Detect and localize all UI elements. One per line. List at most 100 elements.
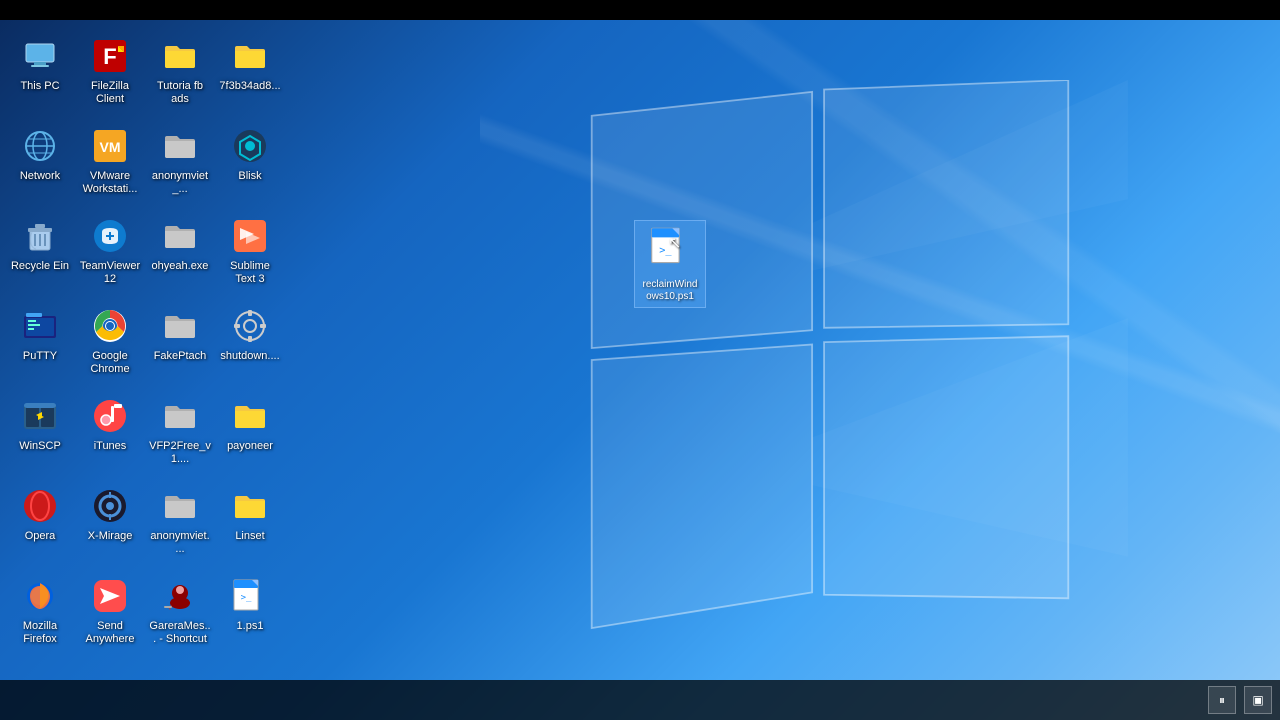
taskbar: ⏸ ▣ xyxy=(0,680,1280,720)
icon-payoneer-label: payoneer xyxy=(227,440,273,453)
icon-teamviewer[interactable]: TeamViewer 12 xyxy=(75,210,145,300)
floating-icon-reclaim-ps1[interactable]: >_ ↖ reclaimWindows10.ps1 xyxy=(634,220,706,308)
sublime-text-icon xyxy=(230,216,270,256)
icon-tutoria-fbads[interactable]: Tutoria fb ads xyxy=(145,30,215,120)
reclaim-ps1-icon: >_ ↖ xyxy=(648,225,692,275)
icon-network[interactable]: Network xyxy=(5,120,75,210)
icon-x-mirage-label: X-Mirage xyxy=(88,530,133,543)
teamviewer-icon xyxy=(90,216,130,256)
icon-recycle-bin-label: Recycle Ein xyxy=(11,260,69,273)
icon-sublime-text[interactable]: Sublime Text 3 xyxy=(215,210,285,300)
icon-firefox[interactable]: Mozilla Firefox xyxy=(5,570,75,660)
floating-icon-reclaim-label: reclaimWindows10.ps1 xyxy=(642,279,697,303)
icon-firefox-label: Mozilla Firefox xyxy=(9,620,71,646)
folder-fakeptach-icon xyxy=(160,306,200,346)
icon-7f3b34ad8[interactable]: 7f3b34ad8... xyxy=(215,30,285,120)
icon-send-anywhere-label: Send Anywhere xyxy=(79,620,141,646)
top-bar xyxy=(0,0,1280,20)
icon-filezilla[interactable]: F FileZilla Client xyxy=(75,30,145,120)
icon-this-pc[interactable]: This PC xyxy=(5,30,75,120)
windows-logo xyxy=(530,80,1130,640)
itunes-icon xyxy=(90,396,130,436)
putty-icon xyxy=(20,306,60,346)
icon-network-label: Network xyxy=(20,170,60,183)
icon-winscp-label: WinSCP xyxy=(19,440,61,453)
filezilla-icon: F xyxy=(90,36,130,76)
folder-7f3b-icon xyxy=(230,36,270,76)
opera-icon xyxy=(20,486,60,526)
icon-chrome-label: Google Chrome xyxy=(79,350,141,376)
folder-payoneer-icon xyxy=(230,396,270,436)
icon-vmware[interactable]: VM VMware Workstati... xyxy=(75,120,145,210)
icon-1ps1[interactable]: >_ 1.ps1 xyxy=(215,570,285,660)
icon-blisk-label: Blisk xyxy=(238,170,261,183)
chrome-icon xyxy=(90,306,130,346)
icon-payoneer[interactable]: payoneer xyxy=(215,390,285,480)
icon-ohyeah[interactable]: ohyeah.exe xyxy=(145,210,215,300)
icon-anonymviet2-label: anonymviet.... xyxy=(149,530,211,556)
icon-linset[interactable]: Linset xyxy=(215,480,285,570)
folder-fbads-icon xyxy=(160,36,200,76)
icon-putty[interactable]: PuTTY xyxy=(5,300,75,390)
icon-itunes-label: iTunes xyxy=(94,440,127,453)
icon-anonymviet-label: anonymviet_... xyxy=(149,170,211,196)
this-pc-icon xyxy=(20,36,60,76)
icon-tutoria-fbads-label: Tutoria fb ads xyxy=(149,80,211,106)
icon-garera-mes[interactable]: GareraMes... - Shortcut xyxy=(145,570,215,660)
svg-text:F: F xyxy=(103,44,116,69)
folder-ohyeah-icon xyxy=(160,216,200,256)
folder-anonymviet2-icon xyxy=(160,486,200,526)
icon-chrome[interactable]: Google Chrome xyxy=(75,300,145,390)
winscp-icon xyxy=(20,396,60,436)
gear-icon xyxy=(230,306,270,346)
icon-fakeptach-label: FakePtach xyxy=(154,350,207,363)
icon-fakeptach[interactable]: FakePtach xyxy=(145,300,215,390)
icon-recycle-bin[interactable]: Recycle Ein xyxy=(5,210,75,300)
svg-text:>_: >_ xyxy=(659,244,672,256)
recycle-bin-icon xyxy=(20,216,60,256)
icon-garera-mes-label: GareraMes... - Shortcut xyxy=(149,620,211,646)
icon-blisk[interactable]: Blisk xyxy=(215,120,285,210)
firefox-icon xyxy=(20,576,60,616)
icon-x-mirage[interactable]: X-Mirage xyxy=(75,480,145,570)
vmware-icon: VM xyxy=(90,126,130,166)
blisk-icon xyxy=(230,126,270,166)
icon-teamviewer-label: TeamViewer 12 xyxy=(79,260,141,286)
taskbar-pause-button[interactable]: ⏸ xyxy=(1208,686,1236,714)
taskbar-square-button[interactable]: ▣ xyxy=(1244,686,1272,714)
network-icon xyxy=(20,126,60,166)
x-mirage-icon xyxy=(90,486,130,526)
icon-anonymviet[interactable]: anonymviet_... xyxy=(145,120,215,210)
icon-shutdown-label: shutdown.... xyxy=(220,350,279,363)
send-anywhere-icon xyxy=(90,576,130,616)
icon-opera-label: Opera xyxy=(25,530,56,543)
pause-icon: ⏸ xyxy=(1219,693,1225,708)
folder-anonymviet-icon xyxy=(160,126,200,166)
svg-text:VM: VM xyxy=(100,139,121,155)
icon-1ps1-label: 1.ps1 xyxy=(237,620,264,633)
icon-this-pc-label: This PC xyxy=(20,80,59,93)
folder-vfp2free-icon xyxy=(160,396,200,436)
icon-7f3b34ad8-label: 7f3b34ad8... xyxy=(219,80,280,93)
icon-winscp[interactable]: WinSCP xyxy=(5,390,75,480)
garera-mes-icon xyxy=(160,576,200,616)
taskbar-system-tray: ⏸ ▣ xyxy=(1208,686,1272,714)
svg-text:>_: >_ xyxy=(241,593,252,603)
square-icon: ▣ xyxy=(1252,693,1263,707)
icon-vfp2free[interactable]: VFP2Free_v1.... xyxy=(145,390,215,480)
desktop-icons-container: This PC F FileZilla Client Tutoria fb ad… xyxy=(0,20,290,670)
icon-putty-label: PuTTY xyxy=(23,350,57,363)
icon-opera[interactable]: Opera xyxy=(5,480,75,570)
icon-filezilla-label: FileZilla Client xyxy=(79,80,141,106)
icon-anonymviet2[interactable]: anonymviet.... xyxy=(145,480,215,570)
icon-send-anywhere[interactable]: Send Anywhere xyxy=(75,570,145,660)
powershell-1ps1-icon: >_ xyxy=(230,576,270,616)
icon-vfp2free-label: VFP2Free_v1.... xyxy=(149,440,211,466)
icon-linset-label: Linset xyxy=(235,530,264,543)
icon-vmware-label: VMware Workstati... xyxy=(79,170,141,196)
icon-shutdown[interactable]: shutdown.... xyxy=(215,300,285,390)
icon-sublime-text-label: Sublime Text 3 xyxy=(219,260,281,286)
folder-linset-icon xyxy=(230,486,270,526)
icon-ohyeah-label: ohyeah.exe xyxy=(152,260,209,273)
icon-itunes[interactable]: iTunes xyxy=(75,390,145,480)
